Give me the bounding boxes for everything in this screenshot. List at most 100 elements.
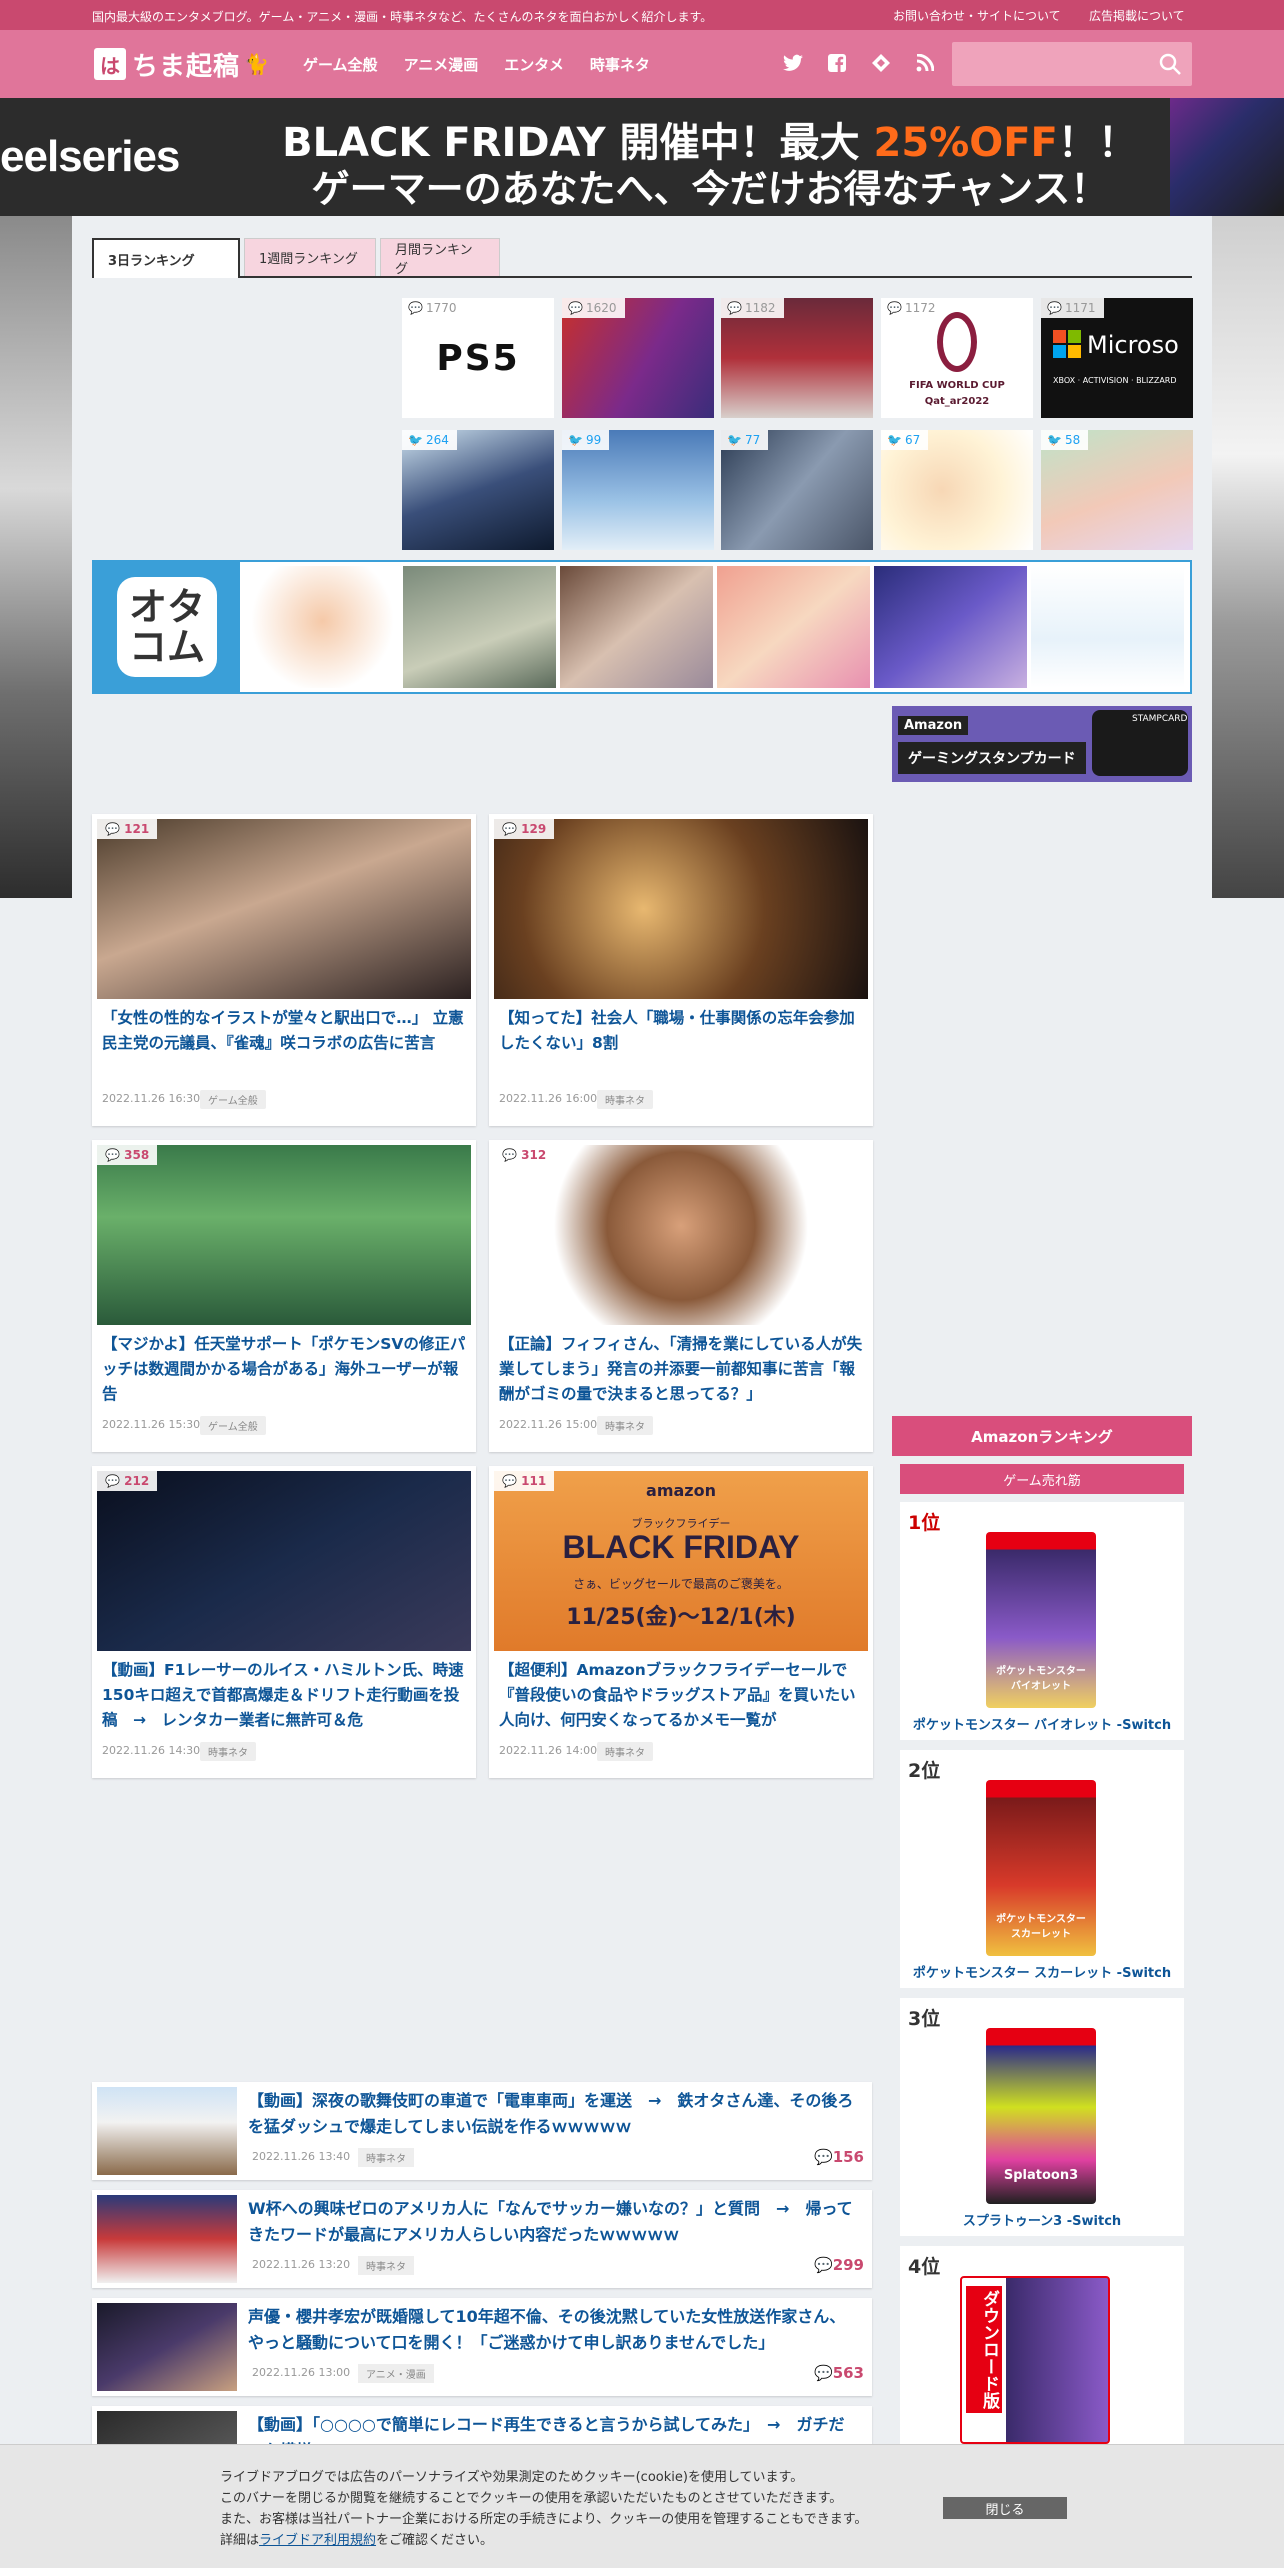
comment-count: 💬 111: [494, 1471, 555, 1491]
search-icon[interactable]: [1158, 52, 1182, 76]
rank-comment-3[interactable]: 💬 1182: [721, 298, 873, 418]
rank-number: 4位: [908, 2256, 941, 2278]
list-title[interactable]: 声優・櫻井孝宏が既婚隠して10年超不倫、その後沈黙していた女性放送作家さん、やっ…: [248, 2304, 860, 2356]
ranking-tabs: 3日ランキング 1週間ランキング 月間ランキング: [92, 238, 1192, 278]
article-thumb: [97, 1471, 471, 1651]
feedly-icon[interactable]: [868, 50, 894, 76]
rank-tweet-5[interactable]: 🐦 58: [1041, 430, 1193, 550]
article-card[interactable]: 💬 358 【マジかよ】任天堂サポート「ポケモンSVの修正パッチは数週間かかる場…: [92, 1140, 476, 1452]
category-badge[interactable]: 時事ネタ: [597, 1742, 653, 1761]
article-card[interactable]: 💬 312 【正論】フィフィさん、「清掃を業にしている人が失業してしまう」発言の…: [489, 1140, 873, 1452]
article-title[interactable]: 「女性の性的なイラストが堂々と駅出口で…」 立憲民主党の元議員、『雀魂』咲コラボ…: [102, 1006, 468, 1081]
cookie-text: ライブドアブログでは広告のパーソナライズや効果測定のためクッキー(cookie)…: [220, 2470, 868, 2548]
product-name[interactable]: スプラトゥーン3 -Switch: [900, 2210, 1184, 2229]
category-badge[interactable]: アニメ・漫画: [358, 2364, 434, 2383]
article-title[interactable]: 【マジかよ】任天堂サポート「ポケモンSVの修正パッチは数週間かかる場合がある」海…: [102, 1332, 468, 1407]
banner-brand: eelseries: [0, 132, 180, 181]
rank-comment-4[interactable]: FIFA WORLD CUP Qat_ar2022 💬 1172: [881, 298, 1033, 418]
product-image[interactable]: ダウンロード版: [960, 2276, 1110, 2444]
comment-count: 💬 1182: [721, 298, 784, 318]
comment-count: 💬 129: [494, 819, 555, 839]
otacom-logo: オタ コム: [94, 562, 240, 692]
search-box: [952, 42, 1192, 86]
category-badge[interactable]: 時事ネタ: [200, 1742, 256, 1761]
article-title[interactable]: 【動画】F1レーサーのルイス・ハミルトン氏、時速150キロ超えで首都高爆走＆ドリ…: [102, 1658, 468, 1733]
category-badge[interactable]: 時事ネタ: [597, 1416, 653, 1435]
otacom-strip[interactable]: オタ コム: [92, 560, 1192, 694]
search-input[interactable]: [952, 42, 1148, 86]
rank-comment-1[interactable]: PS5 💬 1770: [402, 298, 554, 418]
product-image[interactable]: ポケットモンスター スカーレット: [986, 1780, 1096, 1956]
list-title[interactable]: W杯への興味ゼロのアメリカ人に「なんでサッカー嫌いなの？」と質問 → 帰ってきた…: [248, 2196, 860, 2248]
twitter-icon[interactable]: [780, 50, 806, 76]
product-image[interactable]: ポケットモンスター バイオレット: [986, 1532, 1096, 1708]
comment-count: 💬 212: [97, 1471, 158, 1491]
article-card[interactable]: 💬 121 「女性の性的なイラストが堂々と駅出口で…」 立憲民主党の元議員、『雀…: [92, 814, 476, 1126]
list-title[interactable]: 【動画】深夜の歌舞伎町の車道で「電車車両」を運送 → 鉄オタさん達、その後ろを猛…: [248, 2088, 860, 2140]
article-title[interactable]: 【正論】フィフィさん、「清掃を業にしている人が失業してしまう」発言の并添要一前都…: [499, 1332, 865, 1407]
cookie-close-button[interactable]: 閉じる: [943, 2497, 1067, 2519]
contact-link[interactable]: お問い合わせ・サイトについて: [893, 7, 1061, 24]
category-badge[interactable]: ゲーム全般: [200, 1416, 266, 1435]
article-thumb: [494, 819, 868, 999]
tweet-count: 🐦 58: [1041, 430, 1089, 450]
category-badge[interactable]: 時事ネタ: [358, 2256, 414, 2275]
article-title[interactable]: 【超便利】Amazonブラックフライデーセールで『普段使いの食品やドラッグストア…: [499, 1658, 865, 1733]
category-badge[interactable]: 時事ネタ: [358, 2148, 414, 2167]
tweet-count: 🐦 99: [562, 430, 610, 450]
comment-count: 💬 1620: [562, 298, 625, 318]
rss-icon[interactable]: [912, 50, 938, 76]
amazon-label: Amazon: [898, 716, 969, 735]
main-nav: ゲーム全般 アニメ漫画 エンタメ 時事ネタ: [303, 54, 650, 75]
side-ad-right[interactable]: [1212, 216, 1284, 898]
category-badge[interactable]: 時事ネタ: [597, 1090, 653, 1109]
terms-link[interactable]: ライブドア利用規約: [259, 2533, 376, 2548]
article-card[interactable]: 💬 129 【知ってた】社会人「職場・仕事関係の忘年会参加したくない」8割 20…: [489, 814, 873, 1126]
tab-1week[interactable]: 1週間ランキング: [244, 238, 376, 276]
list-item[interactable]: 声優・櫻井孝宏が既婚隠して10年超不倫、その後沈黙していた女性放送作家さん、やっ…: [92, 2298, 872, 2396]
ad-link[interactable]: 広告掲載について: [1089, 7, 1185, 24]
article-date: 2022.11.26 16:30: [102, 1092, 201, 1105]
site-header: は ちま起稿 🐈 ゲーム全般 アニメ漫画 エンタメ 時事ネタ: [0, 30, 1284, 98]
logo-mark: は: [94, 48, 126, 80]
amazon-rank-item[interactable]: 1位 ポケットモンスター バイオレット ポケットモンスター バイオレット -Sw…: [900, 1502, 1184, 1740]
product-name[interactable]: ポケットモンスター バイオレット -Switch: [900, 1714, 1184, 1733]
amazon-stampcard-ad[interactable]: Amazon ゲーミングスタンプカード STAMPCARD: [892, 706, 1192, 782]
article-date: 2022.11.26 15:30: [102, 1418, 201, 1431]
rank-tweet-4[interactable]: 🐦 67: [881, 430, 1033, 550]
product-name[interactable]: ポケットモンスター スカーレット -Switch: [900, 1962, 1184, 1981]
comment-count: 💬 312: [494, 1145, 555, 1165]
rank-number: 2位: [908, 1760, 941, 1782]
tab-month[interactable]: 月間ランキング: [380, 238, 500, 277]
top-strip: 国内最大級のエンタメブログ。ゲーム・アニメ・漫画・時事ネタなど、たくさんのネタを…: [0, 0, 1284, 30]
category-badge[interactable]: ゲーム全般: [200, 1090, 266, 1109]
steelseries-banner[interactable]: eelseries BLACK FRIDAY 開催中！最大 25%OFF！！ ゲ…: [0, 98, 1284, 216]
rank-comment-2[interactable]: 💬 1620: [562, 298, 714, 418]
list-thumb: [97, 2303, 237, 2391]
nav-anime[interactable]: アニメ漫画: [404, 54, 479, 75]
nav-game[interactable]: ゲーム全般: [303, 54, 378, 75]
tab-3day[interactable]: 3日ランキング: [92, 238, 240, 278]
article-date: 2022.11.26 15:00: [499, 1418, 598, 1431]
rank-tweet-2[interactable]: 🐦 99: [562, 430, 714, 550]
side-ad-left[interactable]: [0, 216, 72, 898]
rank-tweet-3[interactable]: 🐦 77: [721, 430, 873, 550]
rank-tweet-1[interactable]: 🐦 264: [402, 430, 554, 550]
social-links: [780, 50, 938, 76]
list-item[interactable]: 【動画】深夜の歌舞伎町の車道で「電車車両」を運送 → 鉄オタさん達、その後ろを猛…: [92, 2082, 872, 2180]
nav-news[interactable]: 時事ネタ: [590, 54, 650, 75]
article-title[interactable]: 【知ってた】社会人「職場・仕事関係の忘年会参加したくない」8割: [499, 1006, 865, 1081]
list-item[interactable]: W杯への興味ゼロのアメリカ人に「なんでサッカー嫌いなの？」と質問 → 帰ってきた…: [92, 2190, 872, 2288]
facebook-icon[interactable]: [824, 50, 850, 76]
amazon-rank-item[interactable]: 3位 Splatoon3 スプラトゥーン3 -Switch: [900, 1998, 1184, 2236]
nav-entame[interactable]: エンタメ: [504, 54, 564, 75]
article-card[interactable]: amazon ブラックフライデー BLACK FRIDAY さぁ、ビッグセールで…: [489, 1466, 873, 1778]
list-date: 2022.11.26 13:00: [252, 2366, 351, 2379]
product-image[interactable]: Splatoon3: [986, 2028, 1096, 2204]
amazon-rank-item[interactable]: 2位 ポケットモンスター スカーレット ポケットモンスター スカーレット -Sw…: [900, 1750, 1184, 1988]
amazon-rank-item[interactable]: 4位 ダウンロード版: [900, 2246, 1184, 2444]
article-card[interactable]: 💬 212 【動画】F1レーサーのルイス・ハミルトン氏、時速150キロ超えで首都…: [92, 1466, 476, 1778]
rank-comment-5[interactable]: Microso XBOX · ACTIVISION · BLIZZARD 💬 11…: [1041, 298, 1193, 418]
comment-count: 💬 358: [97, 1145, 158, 1165]
site-logo[interactable]: は ちま起稿 🐈: [94, 45, 269, 83]
